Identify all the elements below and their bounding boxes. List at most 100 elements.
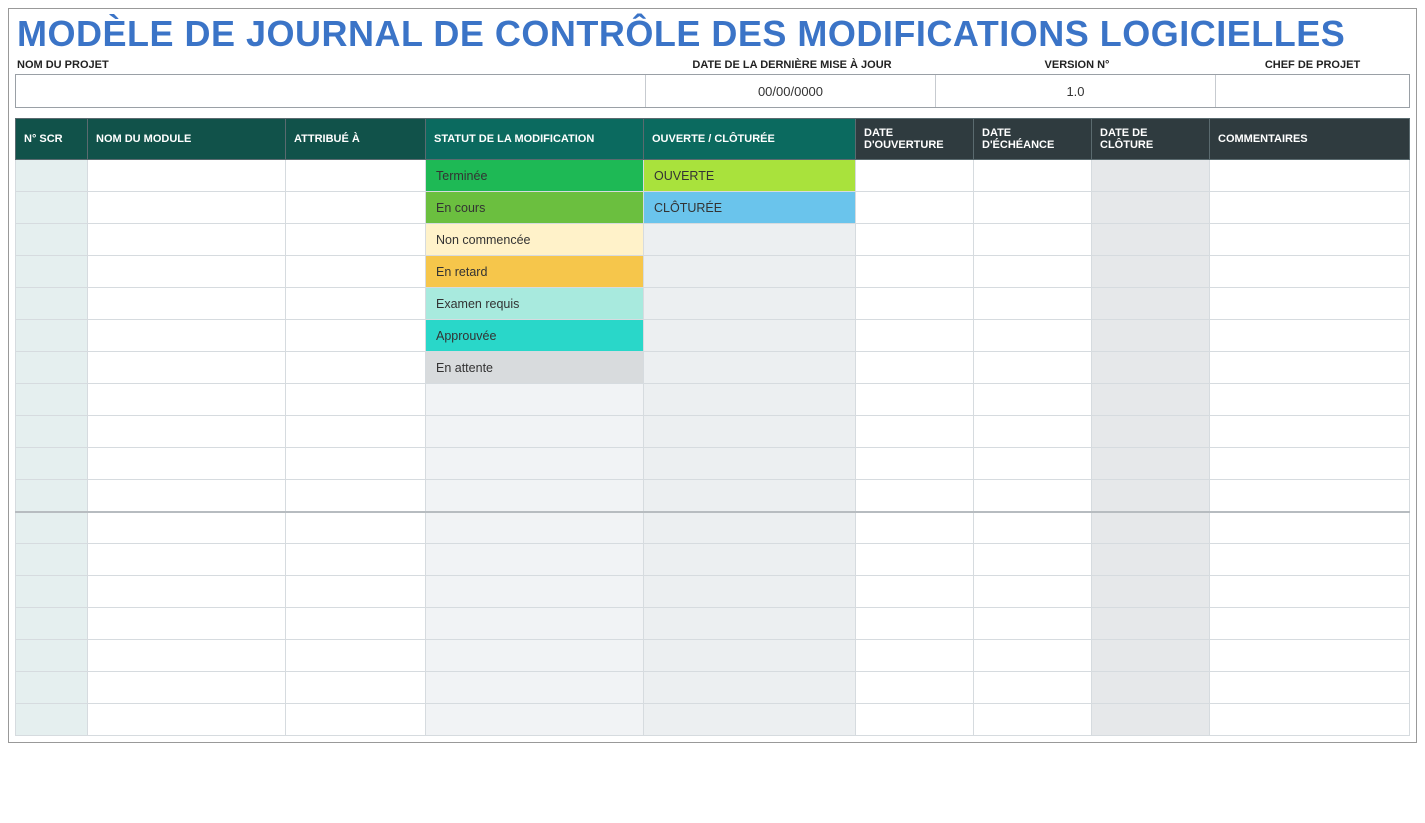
cell-comments[interactable]: [1210, 448, 1410, 480]
cell-date-due[interactable]: [974, 608, 1092, 640]
cell-comments[interactable]: [1210, 704, 1410, 736]
cell-date-due[interactable]: [974, 224, 1092, 256]
cell-date-close[interactable]: [1092, 448, 1210, 480]
cell-status[interactable]: [426, 384, 644, 416]
value-version[interactable]: 1.0: [936, 75, 1216, 107]
cell-scr[interactable]: [16, 224, 88, 256]
cell-date-close[interactable]: [1092, 544, 1210, 576]
cell-scr[interactable]: [16, 160, 88, 192]
cell-comments[interactable]: [1210, 224, 1410, 256]
cell-module[interactable]: [88, 448, 286, 480]
cell-comments[interactable]: [1210, 672, 1410, 704]
cell-date-close[interactable]: [1092, 160, 1210, 192]
cell-date-close[interactable]: [1092, 320, 1210, 352]
cell-module[interactable]: [88, 672, 286, 704]
cell-scr[interactable]: [16, 704, 88, 736]
cell-date-due[interactable]: [974, 448, 1092, 480]
cell-assigned[interactable]: [286, 576, 426, 608]
cell-module[interactable]: [88, 320, 286, 352]
value-project-name[interactable]: [16, 75, 646, 107]
cell-openclosed[interactable]: [644, 256, 856, 288]
cell-date-due[interactable]: [974, 512, 1092, 544]
cell-date-open[interactable]: [856, 672, 974, 704]
cell-date-due[interactable]: [974, 480, 1092, 512]
cell-date-open[interactable]: [856, 448, 974, 480]
cell-date-due[interactable]: [974, 192, 1092, 224]
cell-status[interactable]: [426, 576, 644, 608]
cell-assigned[interactable]: [286, 192, 426, 224]
cell-assigned[interactable]: [286, 704, 426, 736]
cell-assigned[interactable]: [286, 512, 426, 544]
cell-scr[interactable]: [16, 416, 88, 448]
cell-scr[interactable]: [16, 448, 88, 480]
cell-date-open[interactable]: [856, 320, 974, 352]
cell-scr[interactable]: [16, 512, 88, 544]
cell-comments[interactable]: [1210, 352, 1410, 384]
cell-openclosed[interactable]: [644, 608, 856, 640]
cell-openclosed[interactable]: [644, 352, 856, 384]
cell-scr[interactable]: [16, 288, 88, 320]
cell-openclosed[interactable]: [644, 512, 856, 544]
cell-scr[interactable]: [16, 576, 88, 608]
cell-date-open[interactable]: [856, 160, 974, 192]
value-project-manager[interactable]: [1216, 75, 1409, 107]
cell-openclosed[interactable]: [644, 288, 856, 320]
cell-comments[interactable]: [1210, 544, 1410, 576]
cell-date-close[interactable]: [1092, 640, 1210, 672]
cell-date-due[interactable]: [974, 256, 1092, 288]
cell-status[interactable]: Approuvée: [426, 320, 644, 352]
cell-date-due[interactable]: [974, 576, 1092, 608]
cell-openclosed[interactable]: [644, 320, 856, 352]
cell-scr[interactable]: [16, 480, 88, 512]
cell-date-open[interactable]: [856, 384, 974, 416]
cell-scr[interactable]: [16, 256, 88, 288]
cell-date-close[interactable]: [1092, 512, 1210, 544]
cell-date-due[interactable]: [974, 352, 1092, 384]
cell-date-open[interactable]: [856, 256, 974, 288]
cell-date-due[interactable]: [974, 704, 1092, 736]
cell-scr[interactable]: [16, 544, 88, 576]
cell-comments[interactable]: [1210, 320, 1410, 352]
cell-comments[interactable]: [1210, 480, 1410, 512]
cell-openclosed[interactable]: [644, 640, 856, 672]
cell-comments[interactable]: [1210, 256, 1410, 288]
cell-date-due[interactable]: [974, 672, 1092, 704]
cell-date-due[interactable]: [974, 640, 1092, 672]
cell-openclosed[interactable]: [644, 480, 856, 512]
cell-assigned[interactable]: [286, 256, 426, 288]
cell-date-close[interactable]: [1092, 224, 1210, 256]
cell-date-close[interactable]: [1092, 608, 1210, 640]
cell-date-due[interactable]: [974, 160, 1092, 192]
cell-assigned[interactable]: [286, 416, 426, 448]
cell-date-close[interactable]: [1092, 256, 1210, 288]
cell-module[interactable]: [88, 416, 286, 448]
cell-openclosed[interactable]: [644, 704, 856, 736]
cell-date-open[interactable]: [856, 512, 974, 544]
cell-scr[interactable]: [16, 608, 88, 640]
cell-scr[interactable]: [16, 672, 88, 704]
cell-assigned[interactable]: [286, 544, 426, 576]
cell-status[interactable]: [426, 416, 644, 448]
cell-status[interactable]: Non commencée: [426, 224, 644, 256]
cell-date-open[interactable]: [856, 576, 974, 608]
cell-module[interactable]: [88, 512, 286, 544]
cell-module[interactable]: [88, 480, 286, 512]
cell-status[interactable]: Examen requis: [426, 288, 644, 320]
cell-date-open[interactable]: [856, 640, 974, 672]
cell-module[interactable]: [88, 224, 286, 256]
cell-module[interactable]: [88, 160, 286, 192]
cell-openclosed[interactable]: [644, 416, 856, 448]
value-last-update[interactable]: 00/00/0000: [646, 75, 936, 107]
cell-module[interactable]: [88, 608, 286, 640]
cell-date-open[interactable]: [856, 224, 974, 256]
cell-status[interactable]: [426, 544, 644, 576]
cell-date-close[interactable]: [1092, 672, 1210, 704]
cell-status[interactable]: [426, 512, 644, 544]
cell-module[interactable]: [88, 704, 286, 736]
cell-comments[interactable]: [1210, 384, 1410, 416]
cell-openclosed[interactable]: OUVERTE: [644, 160, 856, 192]
cell-module[interactable]: [88, 352, 286, 384]
cell-assigned[interactable]: [286, 480, 426, 512]
cell-date-open[interactable]: [856, 608, 974, 640]
cell-assigned[interactable]: [286, 224, 426, 256]
